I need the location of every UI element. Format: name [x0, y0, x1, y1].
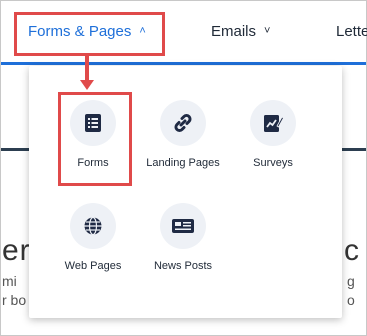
- menu-tile-label: Web Pages: [64, 260, 122, 272]
- background-text-fragment-right: g: [347, 273, 355, 289]
- menu-tile-label: News Posts: [153, 260, 213, 272]
- web-pages-icon-circle: [70, 203, 116, 249]
- menu-tile-web-pages[interactable]: Web Pages: [48, 203, 138, 274]
- annotation-arrow-head: [80, 80, 94, 90]
- nav-item-label: Lette: [336, 23, 367, 40]
- nav-item-letters[interactable]: Lette: [336, 23, 367, 40]
- globe-icon: [84, 216, 102, 236]
- nav-item-label: Emails: [211, 23, 257, 40]
- nav-highlight-box: [14, 12, 165, 56]
- background-heading-fragment-right: c: [344, 234, 359, 267]
- background-text-fragment: r bo: [2, 292, 27, 308]
- menu-tile-label: Surveys: [253, 157, 293, 169]
- forms-highlight-box: [58, 92, 132, 186]
- news-posts-icon-circle: [160, 203, 206, 249]
- menu-tile-label: Landing Pages: [146, 157, 220, 169]
- background-text-fragment-right: o: [347, 292, 355, 308]
- menu-tile-surveys[interactable]: Surveys: [228, 100, 318, 171]
- link-icon: [174, 113, 192, 133]
- nav-item-emails[interactable]: Emails ˅: [211, 23, 270, 40]
- surveys-icon-circle: [250, 100, 296, 146]
- chevron-down-icon: ˅: [264, 25, 271, 37]
- landing-pages-icon-circle: [160, 100, 206, 146]
- survey-chart-icon: [264, 115, 284, 132]
- menu-tile-news-posts[interactable]: News Posts: [138, 203, 228, 274]
- active-nav-underline: [1, 62, 366, 65]
- background-text-fragment: mi: [2, 273, 17, 289]
- menu-tile-landing-pages[interactable]: Landing Pages: [138, 100, 228, 171]
- newspaper-icon: [172, 219, 194, 233]
